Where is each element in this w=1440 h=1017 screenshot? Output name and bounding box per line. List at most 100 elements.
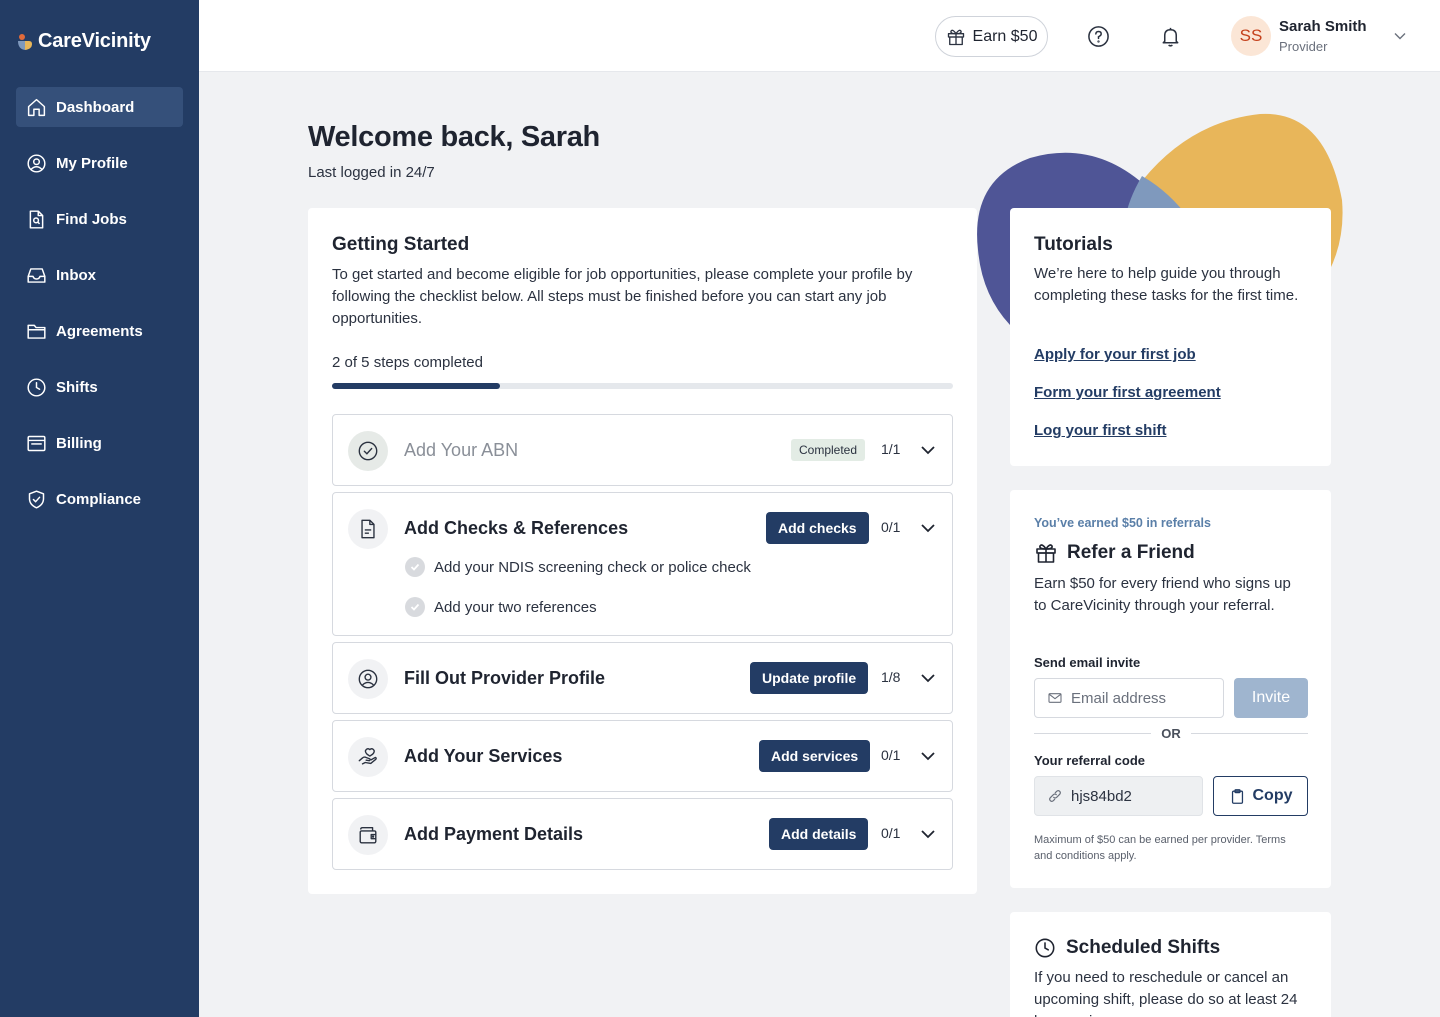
help-icon[interactable] bbox=[1087, 25, 1110, 48]
sidebar-item-billing[interactable]: Billing bbox=[16, 423, 183, 463]
step-title: Add Checks & References bbox=[404, 518, 629, 538]
email-field[interactable] bbox=[1034, 678, 1224, 718]
progress-fill bbox=[332, 383, 500, 389]
tutorials-description: We’re here to help guide you through com… bbox=[1034, 265, 1299, 304]
step-add-services[interactable]: Add Your Services Add services 0/1 bbox=[332, 720, 953, 792]
gift-icon bbox=[947, 29, 964, 45]
sidebar-item-label: Compliance bbox=[56, 490, 142, 508]
chevron-down-icon[interactable] bbox=[919, 747, 937, 765]
avatar[interactable]: SS bbox=[1231, 16, 1271, 56]
sidebar-item-label: Agreements bbox=[56, 322, 143, 340]
checklist-item-label: Add your two references bbox=[434, 598, 597, 616]
chevron-down-icon[interactable] bbox=[919, 669, 937, 687]
step-icon bbox=[348, 737, 388, 777]
step-count: 1/1 bbox=[881, 441, 901, 457]
hand-heart-icon bbox=[358, 748, 377, 765]
tutorial-link-apply-job[interactable]: Apply for your first job bbox=[1034, 346, 1196, 363]
gift-icon bbox=[1036, 544, 1056, 563]
sidebar-item-label: Find Jobs bbox=[56, 210, 127, 228]
referral-code-value: hjs84bd2 bbox=[1071, 787, 1132, 805]
tutorial-link-form-agreement[interactable]: Form your first agreement bbox=[1034, 384, 1221, 401]
step-title: Add Payment Details bbox=[404, 824, 584, 844]
sidebar-item-agreements[interactable]: Agreements bbox=[16, 311, 183, 351]
shield-check-icon bbox=[28, 489, 45, 509]
chevron-down-icon[interactable] bbox=[919, 825, 937, 843]
step-add-checks[interactable]: Add Checks & References Add checks 0/1 A… bbox=[332, 492, 953, 636]
mail-icon bbox=[1048, 693, 1062, 703]
clock-icon bbox=[1035, 938, 1055, 958]
brand-name: CareVicinity bbox=[38, 30, 151, 52]
scheduled-shifts-description: If you need to reschedule or cancel an u… bbox=[1034, 969, 1298, 1017]
brand-logo[interactable]: CareVicinity bbox=[16, 30, 151, 53]
refer-description: Earn $50 for every friend who signs up t… bbox=[1034, 575, 1291, 614]
top-bar: Earn $50 SS Sarah Smith Provider bbox=[199, 0, 1440, 72]
chevron-down-icon[interactable] bbox=[1393, 29, 1407, 43]
checklist-item: Add your NDIS screening check or police … bbox=[405, 557, 751, 577]
update-profile-button[interactable]: Update profile bbox=[750, 662, 869, 694]
getting-started-card: Getting Started To get started and becom… bbox=[308, 208, 977, 894]
step-count: 0/1 bbox=[881, 519, 901, 535]
sidebar-item-label: Shifts bbox=[56, 378, 98, 396]
divider-line bbox=[1190, 733, 1308, 734]
step-provider-profile[interactable]: Fill Out Provider Profile Update profile… bbox=[332, 642, 953, 714]
add-checks-button[interactable]: Add checks bbox=[766, 512, 869, 544]
referral-code-field: hjs84bd2 bbox=[1034, 776, 1203, 816]
earn-referral-button[interactable]: Earn $50 bbox=[935, 16, 1048, 57]
step-count: 0/1 bbox=[881, 825, 901, 841]
sidebar-item-my-profile[interactable]: My Profile bbox=[16, 143, 183, 183]
refer-title-text: Refer a Friend bbox=[1067, 542, 1195, 563]
sidebar-item-label: Dashboard bbox=[56, 98, 135, 116]
chevron-down-icon[interactable] bbox=[919, 441, 937, 459]
user-name[interactable]: Sarah Smith bbox=[1279, 18, 1367, 35]
tutorial-link-log-shift[interactable]: Log your first shift bbox=[1034, 422, 1167, 439]
add-details-button[interactable]: Add details bbox=[769, 818, 869, 850]
scheduled-shifts-card: Scheduled Shifts If you need to reschedu… bbox=[1010, 912, 1331, 1017]
invite-button[interactable]: Invite bbox=[1234, 678, 1308, 718]
add-services-button[interactable]: Add services bbox=[759, 740, 871, 772]
checklist-item-label: Add your NDIS screening check or police … bbox=[434, 558, 751, 576]
carevicinity-logo-icon bbox=[18, 33, 32, 50]
step-add-abn[interactable]: Add Your ABN Completed 1/1 bbox=[332, 414, 953, 486]
clock-icon bbox=[27, 377, 46, 397]
referral-code-label: Your referral code bbox=[1034, 753, 1146, 768]
sidebar-item-compliance[interactable]: Compliance bbox=[16, 479, 183, 519]
getting-started-description: To get started and become eligible for j… bbox=[332, 266, 913, 327]
step-icon bbox=[348, 509, 388, 549]
sidebar: CareVicinity Dashboard My Profile Find J… bbox=[0, 0, 199, 1017]
sidebar-item-find-jobs[interactable]: Find Jobs bbox=[16, 199, 183, 239]
email-input[interactable] bbox=[1071, 689, 1211, 707]
step-icon bbox=[348, 815, 388, 855]
check-circle-icon bbox=[405, 557, 425, 577]
copy-button[interactable]: Copy bbox=[1213, 776, 1308, 816]
inbox-icon bbox=[27, 267, 46, 283]
last-logged-text: Last logged in 24/7 bbox=[308, 164, 435, 181]
refer-title: Refer a Friend bbox=[1034, 541, 1195, 565]
checklist-item: Add your two references bbox=[405, 597, 597, 617]
sidebar-item-inbox[interactable]: Inbox bbox=[16, 255, 183, 295]
step-payment-details[interactable]: Add Payment Details Add details 0/1 bbox=[332, 798, 953, 870]
status-badge: Completed bbox=[791, 439, 866, 461]
progress-label: 2 of 5 steps completed bbox=[332, 354, 483, 371]
step-icon bbox=[348, 431, 388, 471]
earned-referrals-note: You’ve earned $50 in referrals bbox=[1034, 516, 1211, 530]
home-icon bbox=[27, 98, 46, 116]
notifications-bell-icon[interactable] bbox=[1159, 25, 1182, 48]
user-circle-icon bbox=[358, 669, 378, 689]
scheduled-shifts-title-text: Scheduled Shifts bbox=[1066, 937, 1221, 958]
earn-label: Earn $50 bbox=[972, 27, 1038, 45]
sidebar-item-shifts[interactable]: Shifts bbox=[16, 367, 183, 407]
progress-bar bbox=[332, 383, 953, 389]
sidebar-item-label: Billing bbox=[56, 434, 102, 452]
sidebar-item-dashboard[interactable]: Dashboard bbox=[16, 87, 183, 127]
divider-line bbox=[1034, 733, 1152, 734]
tutorials-title: Tutorials bbox=[1034, 234, 1113, 255]
link-icon bbox=[1049, 790, 1061, 802]
referral-fine-print: Maximum of $50 can be earned per provide… bbox=[1034, 834, 1286, 862]
step-title: Add Your ABN bbox=[404, 440, 519, 460]
step-title: Add Your Services bbox=[404, 746, 563, 766]
copy-label: Copy bbox=[1252, 787, 1293, 804]
user-role: Provider bbox=[1279, 39, 1328, 54]
chevron-down-icon[interactable] bbox=[919, 519, 937, 537]
scheduled-shifts-title: Scheduled Shifts bbox=[1034, 937, 1220, 959]
refer-a-friend-card: You’ve earned $50 in referrals Refer a F… bbox=[1010, 490, 1331, 888]
